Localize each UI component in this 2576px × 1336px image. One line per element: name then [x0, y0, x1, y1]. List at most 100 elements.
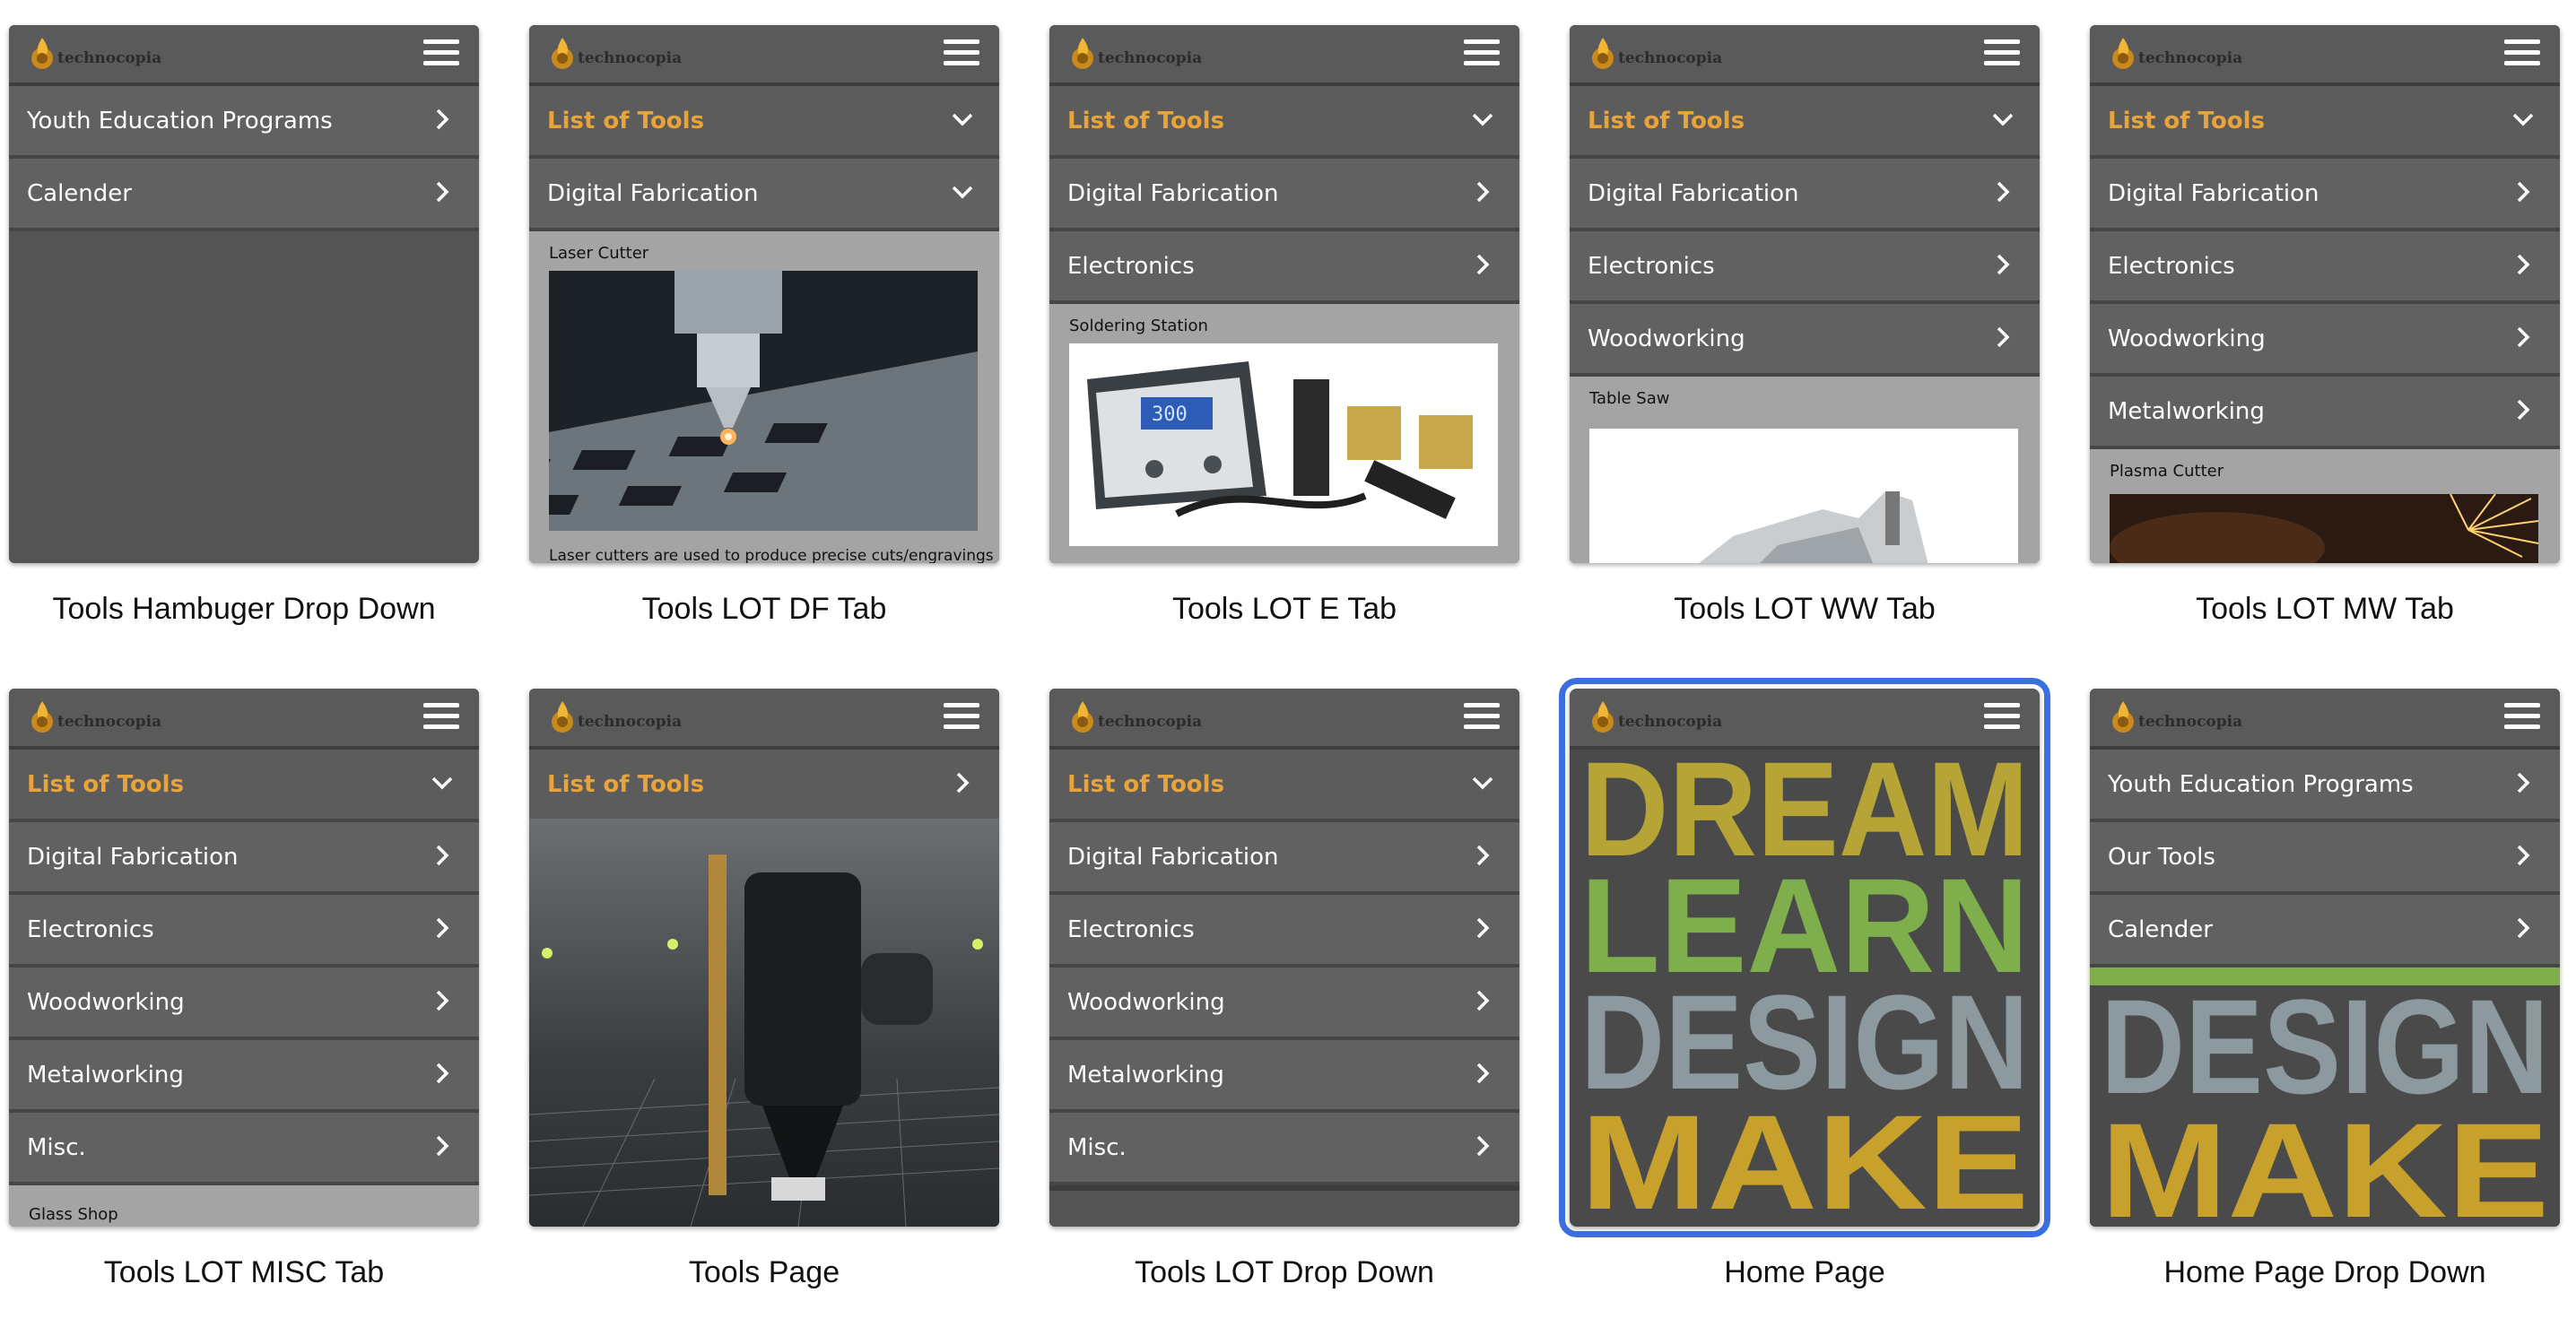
screen-card[interactable]: technocopia List of Tools Digital Fabric… — [1049, 689, 1519, 1289]
screen-thumbnail[interactable]: technocopia List of Tools Digital Fabric… — [1049, 689, 1519, 1227]
menu-item-calender[interactable]: Calender — [2090, 895, 2560, 967]
menu-item-metalworking[interactable]: Metalworking — [1049, 1040, 1519, 1113]
menu-item-digital-fabrication[interactable]: Digital Fabrication — [9, 822, 479, 895]
top-bar: technocopia — [2090, 25, 2560, 86]
screen-card[interactable]: technocopia List of Tools Digital Fabric… — [1570, 25, 2040, 626]
screen-thumbnail[interactable]: technocopia List of Tools Digital Fabric… — [9, 689, 479, 1227]
hamburger-icon[interactable] — [944, 39, 979, 68]
screen-caption: Home Page — [1724, 1255, 1885, 1289]
menu-item-youth-education[interactable]: Youth Education Programs — [2090, 750, 2560, 822]
screen-thumbnail[interactable]: technocopia List of Tools Digital Fabric… — [1049, 25, 1519, 563]
logo-icon — [1588, 36, 1618, 72]
top-bar: technocopia — [2090, 689, 2560, 750]
chevron-right-icon — [429, 1132, 456, 1159]
logo-text: technocopia — [578, 713, 683, 731]
menu-item-electronics[interactable]: Electronics — [1570, 231, 2040, 304]
menu-item-misc[interactable]: Misc. — [9, 1113, 479, 1185]
screen-card[interactable]: technocopia List of Tools Digital Fabric… — [9, 689, 479, 1289]
top-bar: technocopia — [1570, 25, 2040, 86]
screen-caption: Tools LOT MW Tab — [2196, 592, 2454, 626]
screen-card[interactable]: technocopia List of Tools Digital Fabric… — [1049, 25, 1519, 626]
menu-item-woodworking[interactable]: Woodworking — [1049, 967, 1519, 1040]
menu-item-list-of-tools[interactable]: List of Tools — [9, 750, 479, 822]
menu-item-list-of-tools[interactable]: List of Tools — [529, 86, 999, 159]
logo-icon — [27, 699, 57, 735]
menu-item-misc[interactable]: Misc. — [1049, 1113, 1519, 1185]
chevron-right-icon — [429, 915, 456, 941]
screen-card[interactable]: technocopia Youth Education Programs Our… — [2090, 689, 2560, 1289]
menu-label: Calender — [2108, 916, 2213, 943]
screen-thumbnail[interactable]: technocopia List of Tools Digital Fabric… — [2090, 25, 2560, 563]
laser-cutter-image — [549, 271, 978, 531]
hamburger-icon[interactable] — [1984, 703, 2020, 732]
screen-thumbnail[interactable]: technocopia DREAM LEARN DESIGN MAKE — [1559, 678, 2050, 1237]
menu-item-list-of-tools[interactable]: List of Tools — [2090, 86, 2560, 159]
hamburger-icon[interactable] — [2504, 703, 2540, 732]
screen-thumbnail[interactable]: technocopia Youth Education Programs Cal… — [9, 25, 479, 563]
screen-thumbnail[interactable]: technocopia List of Tools — [529, 689, 999, 1227]
screen-card-selected[interactable]: technocopia DREAM LEARN DESIGN MAKE Home… — [1559, 678, 2050, 1289]
top-bar: technocopia — [529, 25, 999, 86]
menu-item-our-tools[interactable]: Our Tools — [2090, 822, 2560, 895]
hamburger-icon[interactable] — [1464, 703, 1500, 732]
chevron-right-icon — [2510, 251, 2537, 278]
menu-label: Electronics — [1067, 253, 1195, 280]
chevron-right-icon — [1469, 987, 1496, 1014]
hamburger-icon[interactable] — [1984, 39, 2020, 68]
hamburger-icon[interactable] — [423, 703, 459, 732]
chevron-down-icon — [949, 178, 976, 205]
menu-item-woodworking[interactable]: Woodworking — [9, 967, 479, 1040]
screen-card[interactable]: technocopia Youth Education Programs Cal… — [9, 25, 479, 626]
menu-item-electronics[interactable]: Electronics — [1049, 895, 1519, 967]
screen-thumbnail[interactable]: technocopia List of Tools Digital Fabric… — [529, 25, 999, 563]
screen-caption: Tools LOT DF Tab — [641, 592, 887, 626]
chevron-right-icon — [1469, 1060, 1496, 1087]
menu-item-calender[interactable]: Calender — [9, 159, 479, 231]
menu-item-digital-fabrication[interactable]: Digital Fabrication — [1049, 822, 1519, 895]
tool-description: Laser cutters are used to produce precis… — [549, 547, 994, 563]
menu-item-digital-fabrication[interactable]: Digital Fabrication — [2090, 159, 2560, 231]
top-bar: technocopia — [1049, 689, 1519, 750]
screen-caption: Tools LOT E Tab — [1171, 592, 1397, 626]
logo-icon — [1588, 699, 1618, 735]
chevron-right-icon — [429, 1060, 456, 1087]
menu-item-list-of-tools[interactable]: List of Tools — [1570, 86, 2040, 159]
menu-item-electronics[interactable]: Electronics — [9, 895, 479, 967]
menu-item-list-of-tools[interactable]: List of Tools — [529, 750, 999, 822]
menu-item-metalworking[interactable]: Metalworking — [9, 1040, 479, 1113]
menu-item-list-of-tools[interactable]: List of Tools — [1049, 86, 1519, 159]
menu-item-metalworking[interactable]: Metalworking — [2090, 377, 2560, 449]
screen-thumbnail[interactable]: technocopia List of Tools Digital Fabric… — [1570, 25, 2040, 563]
menu-item-digital-fabrication[interactable]: Digital Fabrication — [529, 159, 999, 231]
menu-item-electronics[interactable]: Electronics — [1049, 231, 1519, 304]
menu-label: Metalworking — [2108, 398, 2265, 425]
chevron-down-icon — [949, 106, 976, 133]
hamburger-icon[interactable] — [944, 703, 979, 732]
chevron-right-icon — [1989, 324, 2016, 351]
top-bar: technocopia — [9, 689, 479, 750]
menu-item-electronics[interactable]: Electronics — [2090, 231, 2560, 304]
chevron-right-icon — [429, 842, 456, 869]
hero-word-make: MAKE — [1580, 1087, 2029, 1227]
logo-icon — [547, 699, 578, 735]
screen-card[interactable]: technocopia List of Tools Digital Fabric… — [529, 25, 999, 626]
menu-label: Misc. — [1067, 1134, 1127, 1161]
logo-text: technocopia — [578, 49, 683, 67]
menu-item-woodworking[interactable]: Woodworking — [2090, 304, 2560, 377]
screen-caption: Home Page Drop Down — [2163, 1255, 2486, 1289]
menu-item-digital-fabrication[interactable]: Digital Fabrication — [1049, 159, 1519, 231]
menu-item-digital-fabrication[interactable]: Digital Fabrication — [1570, 159, 2040, 231]
screen-card[interactable]: technocopia List of Tools Tools Page — [529, 689, 999, 1289]
logo-icon — [2108, 36, 2138, 72]
screen-card[interactable]: technocopia List of Tools Digital Fabric… — [2090, 25, 2560, 626]
hamburger-icon[interactable] — [423, 39, 459, 68]
hamburger-icon[interactable] — [2504, 39, 2540, 68]
top-bar: technocopia — [1570, 689, 2040, 750]
hamburger-icon[interactable] — [1464, 39, 1500, 68]
menu-item-list-of-tools[interactable]: List of Tools — [1049, 750, 1519, 822]
menu-item-youth-education[interactable]: Youth Education Programs — [9, 86, 479, 159]
menu-item-woodworking[interactable]: Woodworking — [1570, 304, 2040, 377]
menu-label: Metalworking — [1067, 1062, 1224, 1089]
chevron-right-icon — [1469, 1132, 1496, 1159]
screen-thumbnail[interactable]: technocopia Youth Education Programs Our… — [2090, 689, 2560, 1227]
